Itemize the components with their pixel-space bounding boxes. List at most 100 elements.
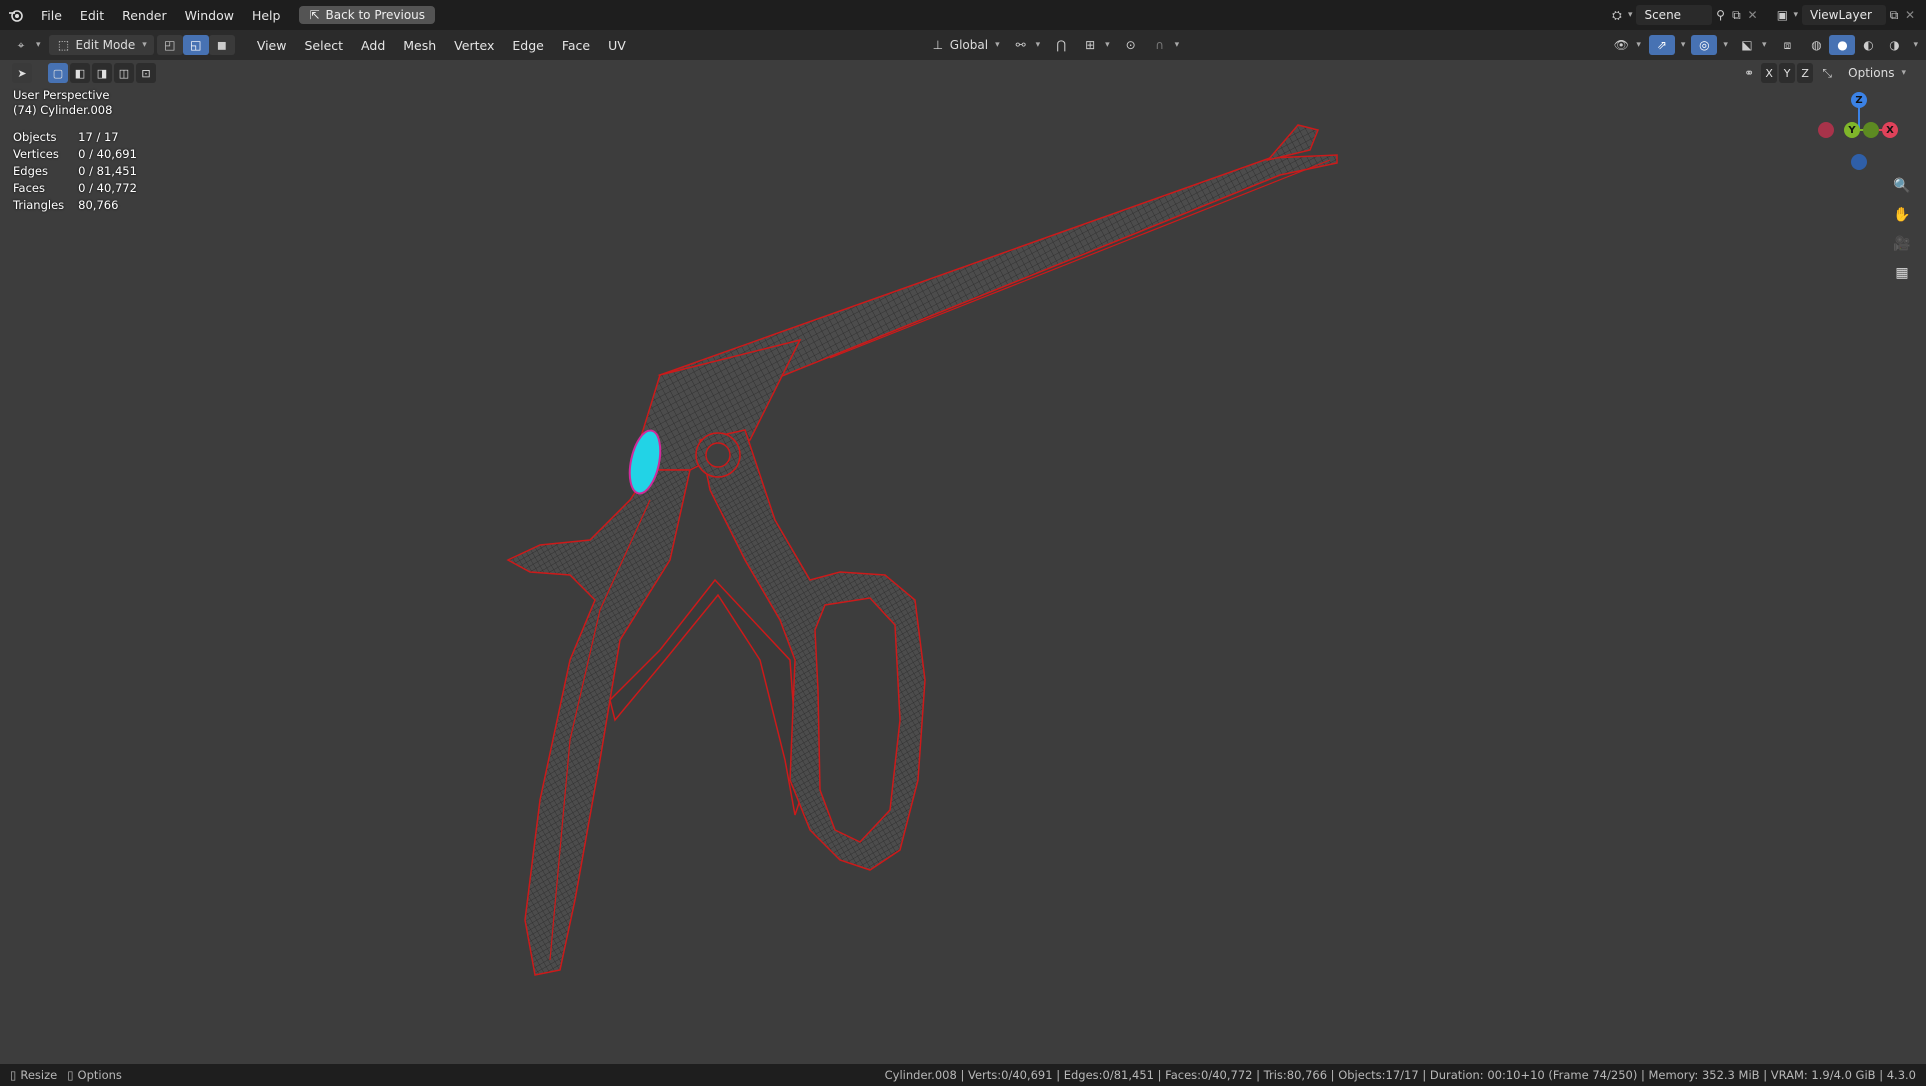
navigation-gizmo[interactable]: Z Y X: [1814, 90, 1904, 180]
stat-value: 80,766: [78, 198, 119, 212]
gizmo-y-axis[interactable]: Y: [1844, 122, 1860, 138]
view-name: User Perspective: [13, 88, 110, 102]
mouse-right-icon: ▯: [67, 1068, 74, 1082]
view-layer-icon[interactable]: ▣: [1774, 7, 1790, 23]
pivot-button[interactable]: ⚯ ▾: [1008, 35, 1046, 55]
new-scene-icon[interactable]: ⧉: [1728, 7, 1744, 23]
tool-settings-row: ➤ ▢ ◧ ◨ ◫ ⊡ ⚭ X Y Z ⤡ Options ▾: [0, 60, 1926, 86]
mirror-y-label: Y: [1783, 66, 1791, 80]
menu-window[interactable]: Window: [176, 8, 243, 23]
select-subtract-button[interactable]: ◨: [92, 63, 112, 83]
select-extend-button[interactable]: ◧: [70, 63, 90, 83]
gizmo-toggle[interactable]: ⇗: [1648, 35, 1675, 55]
select-intersect-button[interactable]: ⊡: [136, 63, 156, 83]
stat-label: Vertices: [13, 147, 59, 161]
menu-edge[interactable]: Edge: [503, 38, 552, 53]
mode-selector[interactable]: ⬚ Edit Mode ▾: [48, 35, 154, 55]
delete-scene-icon[interactable]: ✕: [1744, 7, 1760, 23]
select-tool-button[interactable]: ➤: [12, 63, 32, 83]
stat-label: Edges: [13, 164, 48, 178]
stat-value: 17 / 17: [78, 130, 119, 144]
mesh-model[interactable]: [0, 0, 1926, 1086]
back-to-previous-button[interactable]: ⇱ Back to Previous: [299, 6, 436, 24]
edge-select-icon: ◱: [190, 38, 202, 52]
mesh-statistics: Objects 17 / 17 Vertices 0 / 40,691 Edges 0…: [13, 130, 151, 215]
edge-select-button[interactable]: ◱: [182, 35, 209, 55]
orientation-selector[interactable]: ⊥ Global ▾: [925, 35, 1005, 55]
select-new-icon: ▢: [52, 66, 64, 80]
gizmo-z-axis[interactable]: Z: [1851, 92, 1867, 108]
proportional-edit-toggle[interactable]: ⊙: [1118, 35, 1144, 55]
pin-icon[interactable]: ⚲: [1712, 7, 1728, 23]
editor-type-button[interactable]: ⌖ ▾: [8, 35, 46, 55]
menu-face[interactable]: Face: [553, 38, 599, 53]
gizmo-y-label: Y: [1848, 124, 1856, 136]
stat-label: Triangles: [13, 198, 65, 212]
material-sphere-icon: ◐: [1863, 38, 1874, 52]
select-invert-button[interactable]: ◫: [114, 63, 134, 83]
chevron-down-icon[interactable]: ▾: [1681, 40, 1686, 50]
auto-merge-icon[interactable]: ⤡: [1819, 65, 1835, 81]
menu-uv[interactable]: UV: [599, 38, 635, 53]
mouse-left-icon: ▯: [10, 1068, 17, 1082]
mirror-icon[interactable]: ⚭: [1741, 65, 1757, 81]
stat-row: Objects 17 / 17: [13, 130, 151, 147]
menu-render[interactable]: Render: [113, 8, 176, 23]
menu-add[interactable]: Add: [352, 38, 394, 53]
mirror-z-toggle[interactable]: Z: [1797, 63, 1814, 83]
zoom-button[interactable]: 🔍: [1890, 174, 1914, 198]
snap-target-icon: ⊞: [1085, 38, 1096, 52]
select-new-button[interactable]: ▢: [48, 63, 68, 83]
gizmo-x-negative[interactable]: [1818, 122, 1834, 138]
gizmo-y-negative[interactable]: [1863, 122, 1879, 138]
gizmo-icon: ⇗: [1656, 38, 1667, 52]
mirror-y-toggle[interactable]: Y: [1779, 63, 1796, 83]
mesh-overlay-icon: ⬕: [1741, 38, 1753, 52]
gizmo-z-negative[interactable]: [1851, 154, 1867, 170]
view-layer-field[interactable]: ViewLayer: [1802, 5, 1886, 25]
edit-mode-icon: ⬚: [57, 38, 70, 52]
mesh-edit-overlay-button[interactable]: ⬕ ▾: [1734, 35, 1772, 55]
camera-view-button[interactable]: 🎥: [1890, 232, 1914, 256]
ortho-toggle-button[interactable]: ▦: [1890, 261, 1914, 285]
blender-logo-icon[interactable]: [8, 7, 24, 23]
chevron-down-icon: ▾: [1035, 40, 1041, 50]
menu-select[interactable]: Select: [295, 38, 352, 53]
top-bar: File Edit Render Window Help ⇱ Back to P…: [0, 0, 1926, 30]
vertex-select-button[interactable]: ◰: [156, 35, 183, 55]
instrument-shaft: [657, 154, 1338, 396]
delete-view-layer-icon[interactable]: ✕: [1902, 7, 1918, 23]
stat-row: Vertices 0 / 40,691: [13, 147, 151, 164]
options-button[interactable]: Options ▾: [1843, 63, 1911, 83]
falloff-button[interactable]: ∩ ▾: [1147, 35, 1185, 55]
overlay-toggle[interactable]: ◎: [1691, 35, 1718, 55]
shading-solid[interactable]: ●: [1829, 35, 1856, 55]
visibility-button[interactable]: 👁 ▾: [1608, 35, 1646, 55]
menu-file[interactable]: File: [32, 8, 71, 23]
gizmo-x-axis[interactable]: X: [1882, 122, 1898, 138]
menu-vertex[interactable]: Vertex: [445, 38, 503, 53]
chevron-down-icon[interactable]: ▾: [1913, 40, 1918, 50]
pan-button[interactable]: ✋: [1890, 203, 1914, 227]
scene-field[interactable]: Scene: [1636, 5, 1713, 25]
chevron-down-icon: ▾: [1627, 10, 1633, 20]
status-options: Options: [77, 1068, 122, 1082]
menu-view[interactable]: View: [248, 38, 296, 53]
shading-wireframe[interactable]: ◍: [1803, 35, 1829, 55]
mirror-x-toggle[interactable]: X: [1761, 63, 1778, 83]
xray-toggle[interactable]: ⧈: [1774, 35, 1800, 55]
menu-edit[interactable]: Edit: [71, 8, 113, 23]
shading-material[interactable]: ◐: [1855, 35, 1881, 55]
snap-target-button[interactable]: ⊞ ▾: [1077, 35, 1115, 55]
snap-toggle[interactable]: ⋂: [1048, 35, 1074, 55]
scene-icon[interactable]: ⛭: [1609, 7, 1625, 23]
chevron-down-icon: ▾: [1174, 40, 1180, 50]
face-select-button[interactable]: ◼: [208, 35, 235, 55]
fixed-handle: [506, 469, 691, 976]
select-intersect-icon: ⊡: [141, 66, 151, 80]
menu-help[interactable]: Help: [243, 8, 290, 23]
menu-mesh[interactable]: Mesh: [394, 38, 445, 53]
chevron-down-icon[interactable]: ▾: [1723, 40, 1728, 50]
shading-rendered[interactable]: ◑: [1881, 35, 1907, 55]
new-view-layer-icon[interactable]: ⧉: [1886, 7, 1902, 23]
